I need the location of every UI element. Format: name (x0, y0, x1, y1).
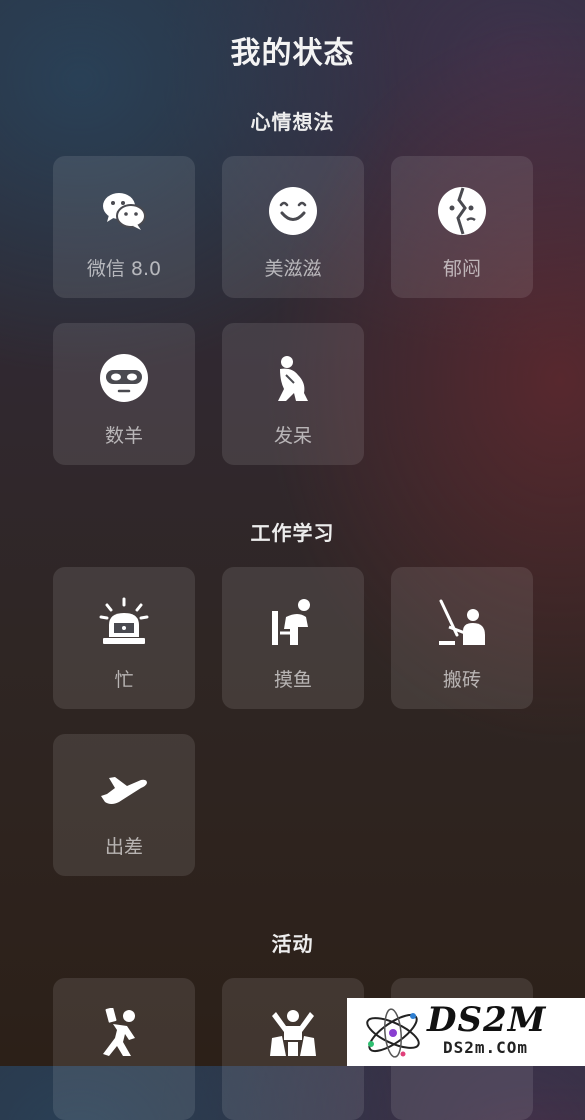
status-label: 美滋滋 (264, 258, 322, 280)
status-tile-slacking[interactable]: 摸鱼 (222, 567, 364, 709)
cheering-people-icon (270, 1010, 316, 1056)
status-tile-happy[interactable]: 美滋滋 (222, 156, 364, 298)
status-tile-business-trip[interactable]: 出差 (53, 734, 195, 876)
status-label: 忙 (114, 669, 134, 691)
smile-icon (269, 187, 317, 235)
status-tile-activity-2[interactable] (222, 978, 364, 1120)
dazed-person-icon (278, 356, 308, 401)
status-tile-activity-1[interactable] (53, 978, 195, 1120)
airplane-icon (101, 777, 147, 804)
status-tile-brick-moving[interactable]: 搬砖 (391, 567, 533, 709)
watermark: DS2M DS2m.COm (347, 998, 585, 1066)
status-label: 郁闷 (442, 258, 481, 280)
status-label: 微信 8.0 (86, 258, 162, 280)
section-title-mood: 心情想法 (250, 110, 335, 134)
watermark-brand: DS2M (427, 1000, 547, 1040)
status-label: 发呆 (273, 425, 312, 447)
status-tile-counting-sheep[interactable]: 数羊 (53, 323, 195, 465)
page-title: 我的状态 (230, 36, 355, 71)
status-tile-wechat[interactable]: 微信 8.0 (53, 156, 195, 298)
status-tile-busy[interactable]: 忙 (53, 567, 195, 709)
status-label: 摸鱼 (273, 669, 312, 691)
status-tile-gloomy[interactable]: 郁闷 (391, 156, 533, 298)
running-person-icon (103, 1008, 135, 1056)
status-label: 出差 (104, 836, 143, 858)
status-label: 数羊 (104, 425, 143, 447)
alarm-light-icon (99, 597, 149, 644)
section-title-work-study: 工作学习 (250, 521, 335, 545)
section-title-activities: 活动 (271, 932, 314, 956)
watermark-domain: DS2m.COm (443, 1038, 529, 1057)
sleep-mask-face-icon (100, 354, 148, 402)
atom-logo-icon (366, 1008, 420, 1058)
status-tile-daze[interactable]: 发呆 (222, 323, 364, 465)
status-label: 搬砖 (442, 669, 481, 691)
working-person-icon (439, 599, 485, 645)
slacking-person-icon (272, 599, 310, 645)
gloomy-face-icon (438, 187, 486, 235)
wechat-icon (103, 193, 146, 230)
